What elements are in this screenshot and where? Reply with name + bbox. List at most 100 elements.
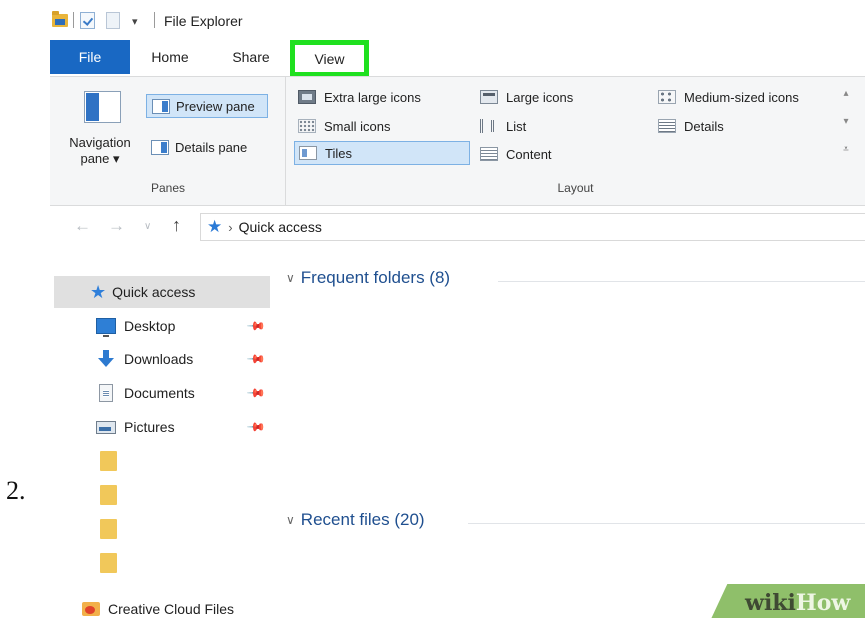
tiles-icon <box>299 146 317 160</box>
nav-documents[interactable]: Documents 📌 <box>50 377 272 409</box>
customize-toolbar-icon[interactable]: ▾ <box>132 15 138 28</box>
nav-item-label: Documents <box>124 385 195 401</box>
folder-icon[interactable] <box>100 485 117 505</box>
navigation-pane-label: Navigation <box>69 135 131 150</box>
section-divider <box>468 523 865 524</box>
up-arrow-icon[interactable]: ↑ <box>172 215 181 236</box>
tab-share[interactable]: Share <box>220 42 282 72</box>
folder-icon[interactable] <box>100 519 117 539</box>
pin-icon[interactable]: 📌 <box>246 417 266 437</box>
pictures-icon <box>96 420 116 434</box>
folder-icon[interactable] <box>100 451 117 471</box>
recent-files-header[interactable]: ∨ Recent files (20) <box>286 510 425 530</box>
creative-cloud-folder-icon <box>82 602 100 616</box>
nav-item-label: Desktop <box>124 318 176 334</box>
medium-icons-icon <box>658 90 676 104</box>
section-title: Recent files (20) <box>300 510 425 529</box>
ribbon-tabs: File Home Share View <box>50 40 865 77</box>
properties-icon[interactable] <box>80 12 95 29</box>
downloads-icon <box>96 350 116 368</box>
nav-item-label: Downloads <box>124 351 194 367</box>
layout-content[interactable]: Content <box>476 142 646 166</box>
new-folder-icon[interactable] <box>106 12 120 29</box>
layout-details[interactable]: Details <box>654 114 834 138</box>
layout-scroll: ▴ ▾ ⩡ <box>838 83 854 167</box>
title-separator <box>73 12 74 28</box>
recent-locations-icon[interactable]: ∨ <box>144 221 151 232</box>
details-icon <box>658 119 676 133</box>
navigation-pane-icon <box>84 91 121 123</box>
list-icon <box>480 119 498 133</box>
wikihow-watermark: wikiHow <box>745 590 850 616</box>
back-arrow-icon[interactable]: ← <box>74 216 91 236</box>
quick-access-star-icon: ★ <box>207 217 223 236</box>
address-box[interactable]: ★ › Quick access <box>200 213 865 241</box>
preview-pane-label: Preview pane <box>176 98 255 114</box>
layout-group-label: Layout <box>557 181 594 195</box>
layout-item-label: Content <box>506 146 552 162</box>
watermark-part1: wiki <box>745 590 796 616</box>
layout-item-label: Medium-sized icons <box>684 89 799 105</box>
layout-item-label: Details <box>684 118 724 134</box>
nav-downloads[interactable]: Downloads 📌 <box>50 343 272 375</box>
tab-file[interactable]: File <box>50 40 130 74</box>
small-icons-icon <box>298 119 316 133</box>
title-separator <box>154 12 155 28</box>
preview-pane-icon <box>152 98 170 114</box>
large-icons-icon <box>480 90 498 104</box>
layout-item-label: Large icons <box>506 89 574 105</box>
scroll-down-icon[interactable]: ▾ <box>838 111 854 133</box>
navigation-pane: ★ Quick access Desktop 📌 Downloads 📌 Doc… <box>50 248 272 618</box>
details-pane-label: Details pane <box>175 139 248 155</box>
nav-item-label: Quick access <box>112 284 196 300</box>
frequent-folders-header[interactable]: ∨ Frequent folders (8) <box>286 268 450 288</box>
title-bar: ▾ File Explorer <box>50 0 865 40</box>
nav-pictures[interactable]: Pictures 📌 <box>50 411 272 443</box>
pin-icon[interactable]: 📌 <box>246 349 266 369</box>
layout-medium-icons[interactable]: Medium-sized icons <box>654 85 834 109</box>
layout-extra-large-icons[interactable]: Extra large icons <box>294 85 470 109</box>
layout-large-icons[interactable]: Large icons <box>476 85 646 109</box>
folder-app-icon <box>52 11 68 27</box>
layout-tiles[interactable]: Tiles <box>294 141 470 165</box>
layout-item-label: List <box>506 118 527 134</box>
section-divider <box>498 281 865 282</box>
extra-large-icons-icon <box>298 90 316 104</box>
layout-small-icons[interactable]: Small icons <box>294 114 470 138</box>
tab-view[interactable]: View <box>290 40 369 77</box>
layout-list[interactable]: List <box>476 114 646 138</box>
layout-item-label: Tiles <box>325 145 352 161</box>
details-pane-button[interactable]: Details pane <box>146 135 272 159</box>
pin-icon[interactable]: 📌 <box>246 383 266 403</box>
breadcrumb-quick-access[interactable]: Quick access <box>239 219 322 235</box>
layout-group: Extra large icons Large icons Medium-siz… <box>286 77 865 205</box>
ribbon: Navigation pane ▾ Preview pane Details p… <box>50 76 865 206</box>
step-number: 2. <box>6 476 26 505</box>
content-pane: ∨ Frequent folders (8) ∨ Recent files (2… <box>272 248 865 618</box>
pin-icon[interactable]: 📌 <box>246 316 266 336</box>
nav-item-label: Pictures <box>124 419 175 435</box>
navigation-pane-label-line2: pane ▾ <box>80 151 120 166</box>
star-icon: ★ <box>90 282 107 302</box>
forward-arrow-icon[interactable]: → <box>108 216 125 236</box>
breadcrumb-separator[interactable]: › <box>228 220 232 235</box>
expand-gallery-icon[interactable]: ⩡ <box>838 139 854 161</box>
preview-pane-button[interactable]: Preview pane <box>146 94 268 118</box>
tab-home[interactable]: Home <box>138 42 202 72</box>
documents-icon <box>99 384 113 402</box>
address-bar-row: ← → ∨ ↑ ★ › Quick access <box>50 206 865 248</box>
nav-quick-access[interactable]: ★ Quick access <box>54 276 270 308</box>
chevron-down-icon: ∨ <box>286 271 295 285</box>
nav-creative-cloud-files[interactable]: Creative Cloud Files <box>50 593 272 618</box>
panes-group-label: Panes <box>150 181 186 195</box>
content-icon <box>480 147 498 161</box>
desktop-icon <box>96 318 116 337</box>
file-explorer-window: ▾ File Explorer File Home Share View Nav… <box>50 0 865 618</box>
nav-item-label: Creative Cloud Files <box>108 601 235 617</box>
folder-icon[interactable] <box>100 553 117 573</box>
navigation-pane-button[interactable]: Navigation pane ▾ <box>60 85 140 180</box>
panes-group: Navigation pane ▾ Preview pane Details p… <box>50 77 286 205</box>
scroll-up-icon[interactable]: ▴ <box>838 83 854 105</box>
section-title: Frequent folders (8) <box>300 268 451 287</box>
nav-desktop[interactable]: Desktop 📌 <box>50 310 272 342</box>
